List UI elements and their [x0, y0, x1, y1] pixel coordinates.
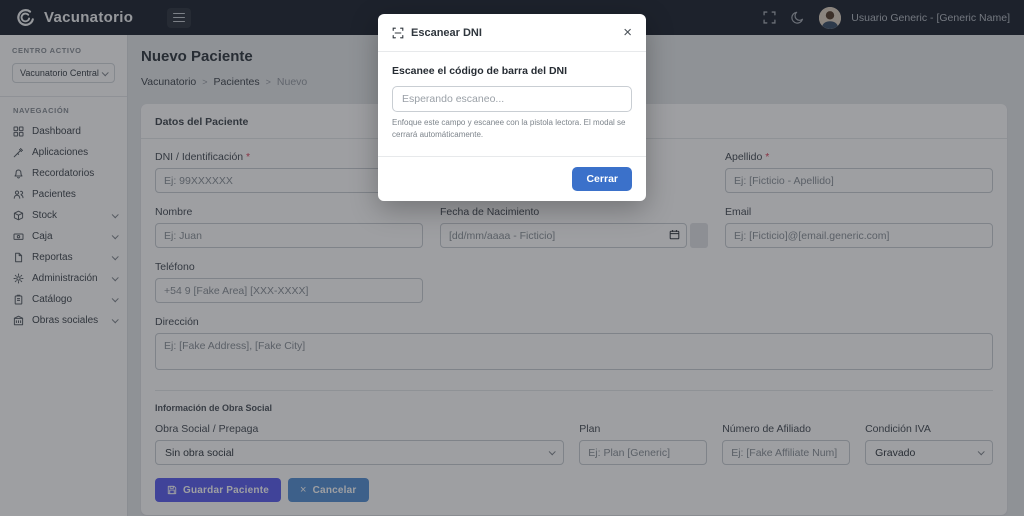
scan-input[interactable] — [392, 86, 632, 112]
modal-close-button[interactable]: × — [623, 25, 632, 40]
scan-instruction-label: Escanee el código de barra del DNI — [392, 65, 632, 77]
modal-title: Escanear DNI — [411, 27, 482, 39]
scan-barcode-icon — [392, 27, 404, 39]
scan-helper-text: Enfoque este campo y escanee con la pist… — [392, 117, 632, 152]
escanear-dni-modal: Escanear DNI × Escanee el código de barr… — [378, 14, 646, 201]
cerrar-button[interactable]: Cerrar — [572, 167, 632, 191]
